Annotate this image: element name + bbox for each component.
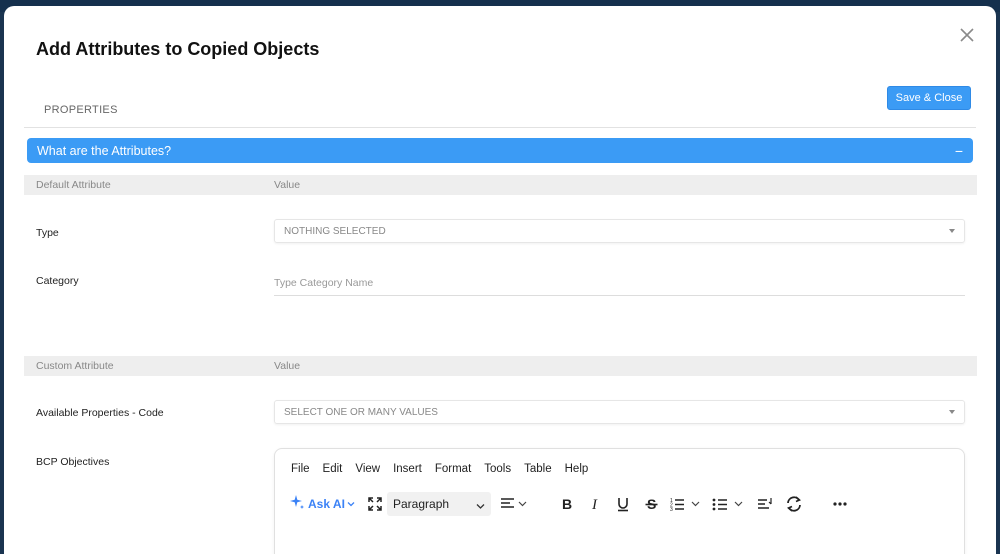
bcp-label: BCP Objectives — [36, 456, 110, 468]
menu-edit[interactable]: Edit — [323, 463, 343, 475]
rich-text-editor[interactable]: File Edit View Insert Format Tools Table… — [274, 448, 965, 554]
block-format-select[interactable]: Paragraph — [387, 492, 491, 516]
editor-toolbar: Ask AI Paragraph B I S 1 2 3 — [287, 492, 957, 516]
underline-icon[interactable] — [613, 492, 633, 516]
chevron-down-icon — [476, 500, 485, 514]
properties-select[interactable]: SELECT ONE OR MANY VALUES — [274, 400, 965, 424]
type-select[interactable]: NOTHING SELECTED — [274, 219, 965, 243]
fullscreen-icon[interactable] — [365, 492, 385, 516]
custom-attribute-col: Custom Attribute — [36, 360, 114, 372]
section-header-attributes[interactable]: What are the Attributes? − — [27, 138, 973, 163]
ask-ai-button[interactable]: Ask AI — [289, 492, 359, 516]
category-label: Category — [36, 275, 79, 287]
collapse-icon[interactable]: − — [955, 143, 963, 159]
menu-format[interactable]: Format — [435, 463, 471, 475]
close-icon[interactable] — [958, 26, 976, 44]
section-title: What are the Attributes? — [37, 143, 172, 158]
block-format-value: Paragraph — [393, 497, 450, 511]
category-input[interactable] — [274, 271, 965, 296]
modal-dialog: Add Attributes to Copied Objects Save & … — [4, 6, 996, 554]
tab-properties[interactable]: PROPERTIES — [44, 104, 118, 116]
italic-icon[interactable]: I — [585, 492, 605, 516]
svg-text:B: B — [562, 497, 572, 511]
line-height-icon[interactable] — [755, 492, 775, 516]
caret-down-icon — [949, 229, 955, 233]
refresh-icon[interactable] — [783, 492, 805, 516]
properties-label: Available Properties - Code — [36, 407, 164, 419]
editor-menubar: File Edit View Insert Format Tools Table… — [291, 463, 601, 475]
menu-help[interactable]: Help — [565, 463, 589, 475]
custom-attribute-header: Custom Attribute Value — [24, 356, 977, 376]
align-left-icon[interactable] — [499, 492, 531, 516]
type-label: Type — [36, 227, 59, 239]
tab-divider — [24, 127, 976, 128]
save-close-button[interactable]: Save & Close — [887, 86, 971, 110]
more-icon[interactable] — [829, 492, 851, 516]
default-attribute-header: Default Attribute Value — [24, 175, 977, 195]
default-attribute-col: Default Attribute — [36, 179, 111, 191]
value-col: Value — [274, 179, 301, 191]
ask-ai-label: Ask AI — [308, 497, 345, 511]
strikethrough-icon[interactable]: S — [641, 492, 661, 516]
menu-file[interactable]: File — [291, 463, 310, 475]
numbered-list-icon[interactable]: 123 — [669, 492, 705, 516]
caret-down-icon — [949, 410, 955, 414]
type-select-value: NOTHING SELECTED — [284, 225, 386, 237]
properties-select-value: SELECT ONE OR MANY VALUES — [284, 406, 438, 418]
bullet-list-icon[interactable] — [711, 492, 749, 516]
sparkle-icon — [289, 494, 305, 515]
dialog-title: Add Attributes to Copied Objects — [36, 39, 320, 59]
value-col: Value — [274, 360, 301, 372]
chevron-down-icon — [347, 495, 355, 513]
menu-tools[interactable]: Tools — [484, 463, 511, 475]
svg-text:I: I — [591, 497, 598, 511]
menu-table[interactable]: Table — [524, 463, 552, 475]
svg-text:3: 3 — [670, 507, 673, 511]
menu-insert[interactable]: Insert — [393, 463, 422, 475]
menu-view[interactable]: View — [355, 463, 380, 475]
bold-icon[interactable]: B — [557, 492, 577, 516]
